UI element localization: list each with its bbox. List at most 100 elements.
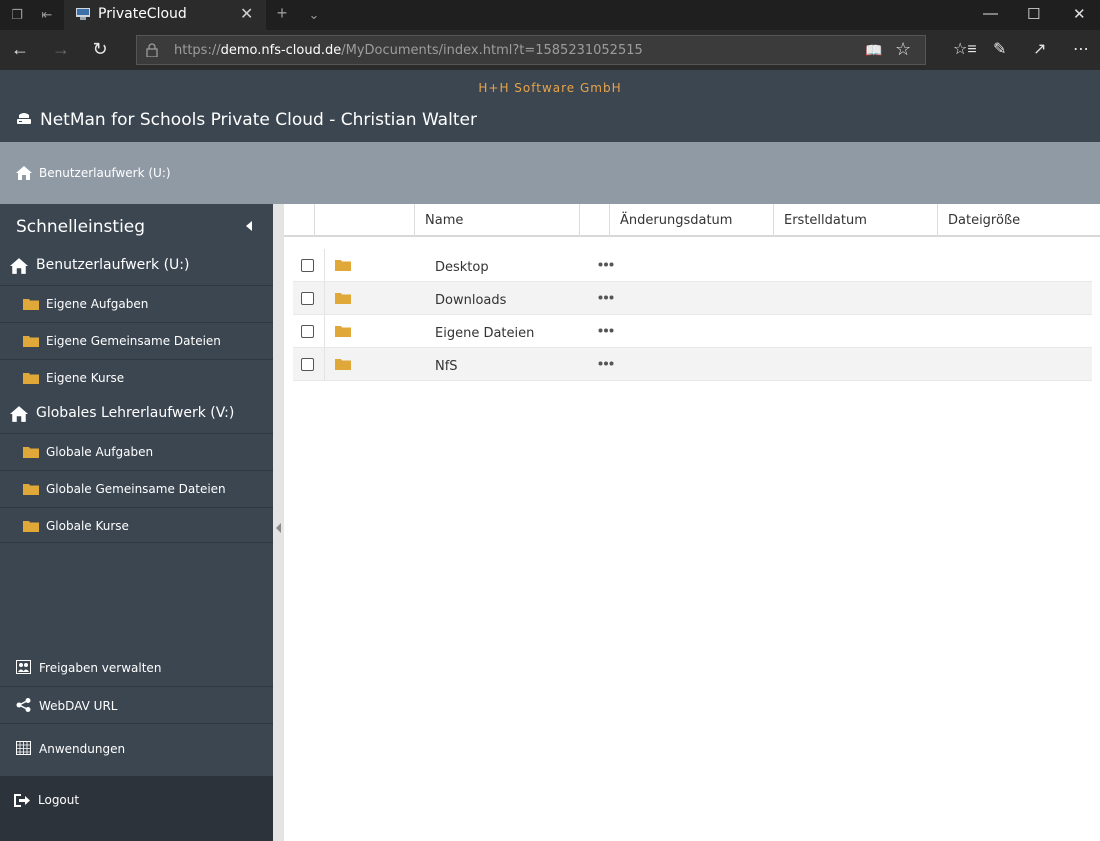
column-header-modified[interactable]: Änderungsdatum	[609, 204, 773, 237]
browser-tab-title: PrivateCloud	[98, 6, 187, 22]
row-checkbox[interactable]	[301, 358, 314, 371]
sidebar-item-eigene-kurse[interactable]: Eigene Kurse	[0, 359, 273, 395]
refresh-icon[interactable]: ↻	[89, 39, 111, 60]
column-header-actions	[579, 204, 609, 237]
table-row[interactable]: Desktop	[293, 249, 1092, 282]
table-row[interactable]: NfS	[293, 348, 1092, 381]
minimize-icon[interactable]: —	[983, 5, 998, 22]
sidebar-item-label: Globale Aufgaben	[46, 445, 154, 459]
app-title: NetMan for Schools Private Cloud - Chris…	[40, 110, 477, 130]
folder-icon	[335, 293, 351, 304]
address-bar[interactable]: https://demo.nfs-cloud.de/MyDocuments/in…	[136, 35, 926, 65]
sidebar-item-globale-gemeinsame-dateien[interactable]: Globale Gemeinsame Dateien	[0, 470, 273, 506]
sidebar-item-label: Freigaben verwalten	[39, 661, 162, 675]
folder-icon	[23, 484, 39, 495]
cloud-drive-icon	[17, 113, 31, 124]
tab-actions-icon[interactable]: ❐	[9, 7, 25, 23]
favorite-star-icon[interactable]: ☆	[895, 39, 911, 60]
sidebar-item-anwendungen[interactable]: Anwendungen	[0, 723, 273, 776]
favicon-icon	[76, 8, 90, 20]
sidebar-heading: Schnelleinstieg	[16, 217, 146, 237]
sidebar-item-freigaben[interactable]: Freigaben verwalten	[0, 649, 273, 686]
sidebar-drive-label: Globales Lehrerlaufwerk (V:)	[36, 405, 235, 421]
panel-splitter[interactable]	[273, 204, 284, 841]
file-name[interactable]: Eigene Dateien	[435, 326, 534, 341]
url-text: https://demo.nfs-cloud.de/MyDocuments/in…	[174, 43, 643, 58]
forward-arrow-icon[interactable]: →	[50, 39, 72, 60]
share-icon[interactable]: ↗	[1033, 39, 1046, 59]
more-actions-icon[interactable]	[598, 262, 614, 267]
sidebar-item-eigene-gemeinsame-dateien[interactable]: Eigene Gemeinsame Dateien	[0, 322, 273, 358]
file-list-panel: Name Änderungsdatum Erstelldatum Dateigr…	[284, 204, 1100, 841]
sidebar-item-label: Globale Gemeinsame Dateien	[46, 482, 226, 496]
sidebar-drive-user[interactable]: Benutzerlaufwerk (U:)	[0, 250, 273, 282]
folder-icon	[335, 260, 351, 271]
web-note-pen-icon[interactable]: ✎	[993, 39, 1006, 59]
favorites-hub-icon[interactable]: ☆≡	[953, 39, 977, 59]
collapse-arrow-icon[interactable]	[276, 523, 281, 533]
logout-label: Logout	[38, 793, 80, 807]
browser-tab-active[interactable]: PrivateCloud ✕	[64, 0, 266, 30]
row-checkbox[interactable]	[301, 259, 314, 272]
sidebar-item-webdav[interactable]: WebDAV URL	[0, 686, 273, 723]
file-name[interactable]: Downloads	[435, 293, 506, 308]
users-icon	[16, 660, 31, 674]
close-window-icon[interactable]: ✕	[1073, 5, 1086, 23]
home-icon[interactable]	[16, 166, 32, 180]
sidebar-item-label: Eigene Gemeinsame Dateien	[46, 334, 221, 348]
column-header-size[interactable]: Dateigröße	[937, 204, 1100, 237]
folder-icon	[23, 447, 39, 458]
column-header-name[interactable]: Name	[414, 204, 579, 237]
logout-button[interactable]: Logout	[0, 776, 273, 841]
maximize-icon[interactable]: ☐	[1027, 5, 1040, 23]
company-name: H+H Software GmbH	[478, 81, 622, 95]
more-actions-icon[interactable]	[598, 361, 614, 366]
sidebar-item-label: WebDAV URL	[39, 699, 118, 713]
row-divider	[324, 348, 325, 381]
column-header-icon	[314, 204, 414, 237]
sidebar-item-label: Eigene Kurse	[46, 371, 125, 385]
set-aside-tabs-icon[interactable]: ⇤	[39, 7, 55, 23]
share-nodes-icon	[16, 698, 31, 712]
sidebar-item-label: Anwendungen	[39, 742, 126, 756]
back-arrow-icon[interactable]: ←	[9, 39, 31, 60]
close-tab-icon[interactable]: ✕	[240, 4, 253, 24]
row-divider	[324, 315, 325, 348]
tab-preview-chevron-icon[interactable]: ⌄	[306, 7, 322, 23]
folder-icon	[23, 336, 39, 347]
file-name[interactable]: NfS	[435, 359, 458, 374]
more-menu-icon[interactable]: ⋯	[1073, 39, 1089, 59]
row-separator	[293, 380, 1092, 381]
reading-view-icon[interactable]: 📖	[865, 42, 882, 59]
sidebar-drive-label: Benutzerlaufwerk (U:)	[36, 257, 190, 273]
breadcrumb-item-current[interactable]: Benutzerlaufwerk (U:)	[39, 166, 171, 180]
row-divider	[324, 282, 325, 315]
app-header: H+H Software GmbH NetMan for Schools Pri…	[0, 70, 1100, 142]
collapse-sidebar-icon[interactable]	[246, 221, 252, 231]
folder-icon	[23, 299, 39, 310]
file-name[interactable]: Desktop	[435, 260, 489, 275]
breadcrumb: Benutzerlaufwerk (U:)	[0, 142, 1100, 204]
sidebar-item-globale-aufgaben[interactable]: Globale Aufgaben	[0, 433, 273, 469]
table-row[interactable]: Downloads	[293, 282, 1092, 315]
column-header-created[interactable]: Erstelldatum	[773, 204, 937, 237]
logout-icon	[14, 794, 30, 807]
home-icon	[10, 406, 28, 422]
new-tab-icon[interactable]: +	[274, 4, 290, 22]
grid-calendar-icon	[16, 741, 31, 755]
sidebar-item-label: Globale Kurse	[46, 519, 129, 533]
sidebar-item-eigene-aufgaben[interactable]: Eigene Aufgaben	[0, 285, 273, 321]
row-checkbox[interactable]	[301, 325, 314, 338]
table-row[interactable]: Eigene Dateien	[293, 315, 1092, 348]
sidebar-item-globale-kurse[interactable]: Globale Kurse	[0, 507, 273, 543]
lock-icon	[146, 43, 158, 57]
folder-icon	[23, 521, 39, 532]
more-actions-icon[interactable]	[598, 295, 614, 300]
sidebar: Schnelleinstieg Benutzerlaufwerk (U:) Ei…	[0, 204, 273, 841]
sidebar-drive-global[interactable]: Globales Lehrerlaufwerk (V:)	[0, 398, 273, 430]
folder-icon	[23, 373, 39, 384]
more-actions-icon[interactable]	[598, 328, 614, 333]
sidebar-item-label: Eigene Aufgaben	[46, 297, 149, 311]
row-checkbox[interactable]	[301, 292, 314, 305]
row-divider	[324, 249, 325, 282]
